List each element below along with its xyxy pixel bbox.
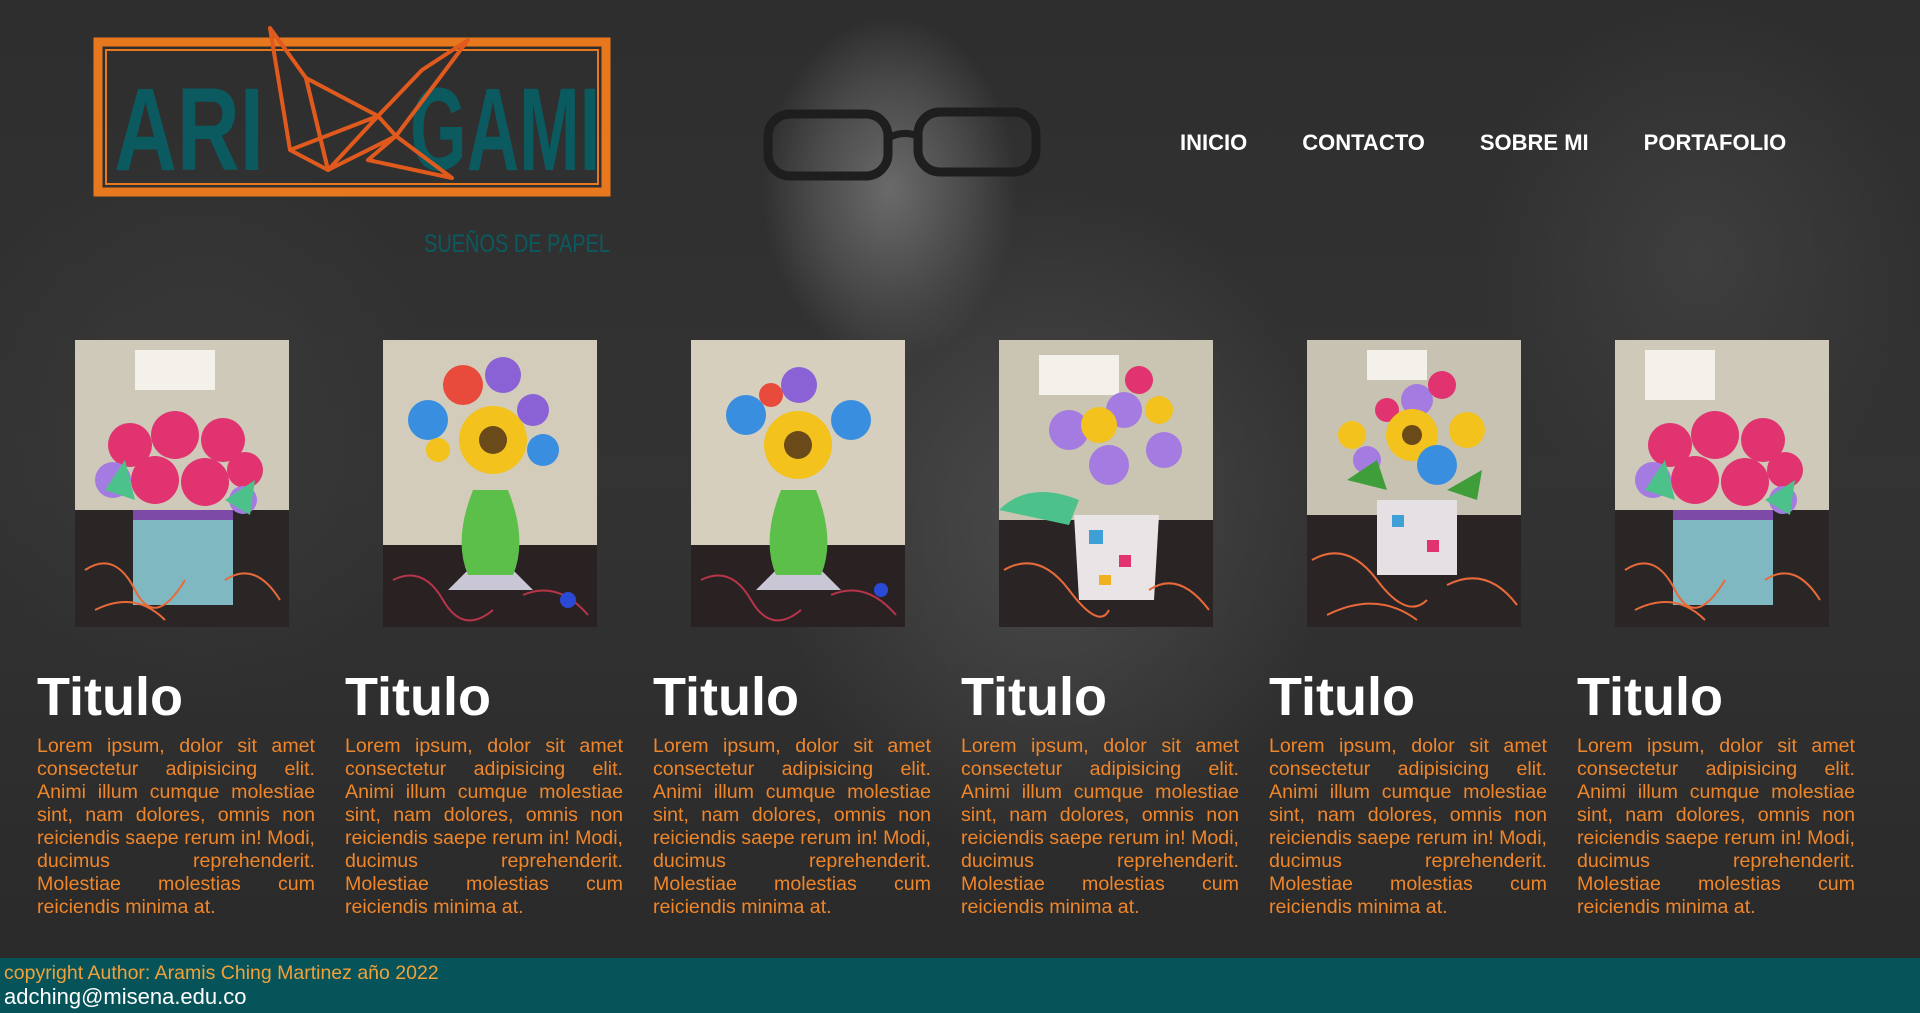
- card-text: Lorem ipsum, dolor sit amet consectetur …: [653, 735, 931, 918]
- glasses-silhouette: [763, 107, 1041, 181]
- card-title: Titulo: [653, 667, 799, 727]
- footer-copyright: copyright Author: Aramis Ching Martinez …: [4, 962, 439, 984]
- card-text: Lorem ipsum, dolor sit amet consectetur …: [345, 735, 623, 918]
- card-title: Titulo: [1577, 667, 1723, 727]
- card-image-mixed-flower-box[interactable]: [999, 340, 1213, 627]
- card-text: Lorem ipsum, dolor sit amet consectetur …: [1577, 735, 1855, 918]
- nav-inicio[interactable]: INICIO: [1180, 130, 1247, 156]
- nav-contacto[interactable]: CONTACTO: [1302, 130, 1425, 156]
- card-title: Titulo: [37, 667, 183, 727]
- nav-sobre-mi[interactable]: SOBRE MI: [1480, 130, 1589, 156]
- logo-tagline: SUEÑOS DE PAPEL: [424, 229, 610, 258]
- arigami-logo[interactable]: ARI GAMI SUEÑOS DE PAPEL: [92, 20, 622, 260]
- card-image-sunflower-vase[interactable]: [691, 340, 905, 627]
- card-text: Lorem ipsum, dolor sit amet consectetur …: [1269, 735, 1547, 918]
- card-title: Titulo: [345, 667, 491, 727]
- logo-graphic: ARI GAMI SUEÑOS DE PAPEL: [93, 26, 611, 258]
- nav-portafolio[interactable]: PORTAFOLIO: [1644, 130, 1787, 156]
- footer-email[interactable]: adching@misena.edu.co: [4, 984, 246, 1010]
- card-title: Titulo: [1269, 667, 1415, 727]
- card-title: Titulo: [961, 667, 1107, 727]
- card-image-sunflower-box[interactable]: [1307, 340, 1521, 627]
- card-image-sunflower-vase[interactable]: [383, 340, 597, 627]
- card-image-pink-roses[interactable]: [1615, 340, 1829, 627]
- logo-word-left: ARI: [114, 64, 264, 196]
- card-text: Lorem ipsum, dolor sit amet consectetur …: [37, 735, 315, 918]
- site-footer: copyright Author: Aramis Ching Martinez …: [0, 958, 1920, 1013]
- main-nav: INICIO CONTACTO SOBRE MI PORTAFOLIO: [1180, 130, 1841, 156]
- card-image-pink-roses[interactable]: [75, 340, 289, 627]
- card-text: Lorem ipsum, dolor sit amet consectetur …: [961, 735, 1239, 918]
